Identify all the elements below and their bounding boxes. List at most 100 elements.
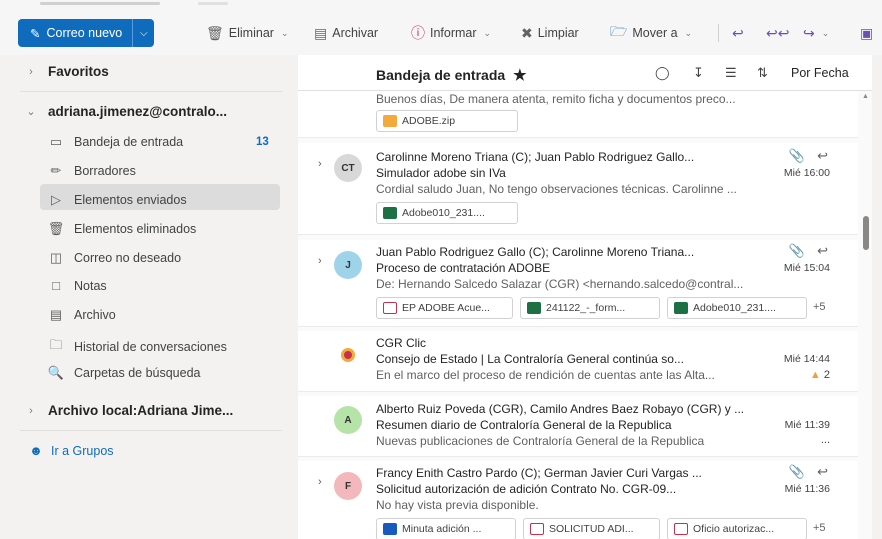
trash-icon: 🗑 bbox=[47, 221, 65, 236]
reply-all-icon: ↩↩ bbox=[766, 24, 790, 41]
select-icon[interactable]: ◯ bbox=[655, 65, 670, 81]
folder-label: Historial de conversaciones bbox=[74, 340, 227, 354]
nav-divider bbox=[20, 91, 282, 92]
list-item[interactable]: Buenos días, De manera atenta, remito fi… bbox=[298, 91, 858, 138]
folder-deleted[interactable]: 🗑 Elementos eliminados bbox=[0, 221, 296, 237]
list-item[interactable]: › CT Carolinne Moreno Triana (C); Juan P… bbox=[298, 143, 858, 235]
avatar: CT bbox=[334, 154, 362, 182]
delete-label: Eliminar bbox=[228, 26, 274, 40]
star-icon[interactable]: ★ bbox=[513, 66, 526, 84]
new-mail-dropdown[interactable]: ⌵ bbox=[132, 19, 155, 47]
folder-search-folders[interactable]: 🔍 Carpetas de búsqueda bbox=[0, 365, 296, 381]
people-icon: ☻ bbox=[29, 443, 43, 458]
folder-conversation-history[interactable]: 🗀 Historial de conversaciones bbox=[0, 336, 296, 358]
folder-inbox[interactable]: ▭ Bandeja de entrada 13 bbox=[0, 134, 296, 150]
folder-archive[interactable]: ▤ Archivo bbox=[0, 307, 296, 323]
message-time: Mié 16:00 bbox=[783, 167, 830, 179]
scrollbar-thumb[interactable] bbox=[863, 216, 869, 250]
message-time: Mié 11:36 bbox=[784, 483, 830, 495]
message-subject: Solicitud autorización de adición Contra… bbox=[376, 482, 677, 496]
teams-button[interactable]: ▣ bbox=[860, 19, 873, 47]
scroll-up-arrow-icon[interactable]: ▲ bbox=[862, 93, 869, 100]
list-item[interactable]: › F Francy Enith Castro Pardo (C); Germa… bbox=[298, 461, 858, 539]
reply-all-button[interactable]: ↩↩ bbox=[766, 19, 789, 47]
attachment-chip[interactable]: Adobe010_231.... bbox=[376, 202, 518, 224]
attachment-chip[interactable]: EP ADOBE Acue... bbox=[376, 297, 513, 319]
local-archive-label: Archivo local:Adriana Jime... bbox=[48, 403, 234, 418]
chevron-down-icon: ⌄ bbox=[280, 27, 289, 38]
reply-icon[interactable]: ↩ bbox=[817, 464, 828, 480]
paperclip-icon: 📎 bbox=[788, 464, 806, 479]
attachment-name: Minuta adición ... bbox=[402, 523, 482, 535]
sweep-label: Limpiar bbox=[537, 26, 579, 40]
list-item[interactable]: › J Juan Pablo Rodriguez Gallo (C); Caro… bbox=[298, 240, 858, 327]
folder-label: Borradores bbox=[74, 164, 136, 178]
folder-notes[interactable]: □ Notas bbox=[0, 278, 296, 293]
message-time: Mié 11:39 bbox=[784, 419, 830, 431]
reply-button[interactable]: ↩ bbox=[732, 19, 744, 47]
attachment-chip[interactable]: SOLICITUD ADI... bbox=[523, 518, 660, 539]
scrollbar[interactable]: ▲ bbox=[861, 91, 871, 539]
avatar bbox=[334, 341, 362, 369]
folder-title-text: Bandeja de entrada bbox=[376, 67, 506, 83]
message-preview: Cordial saludo Juan, No tengo observacio… bbox=[376, 182, 737, 196]
attachment-name: EP ADOBE Acue... bbox=[402, 302, 490, 314]
excel-file-icon bbox=[527, 302, 541, 314]
move-button[interactable]: 🗁 Mover a ⌄ bbox=[610, 19, 692, 47]
folder-drafts[interactable]: ✏ Borradores bbox=[0, 163, 296, 179]
new-mail-button[interactable]: ✎ Correo nuevo bbox=[18, 19, 133, 47]
sort-icon[interactable]: ⇅ bbox=[757, 65, 768, 81]
attachment-chip[interactable]: Minuta adición ... bbox=[376, 518, 516, 539]
message-sender: Carolinne Moreno Triana (C); Juan Pablo … bbox=[376, 150, 695, 164]
chevron-right-icon[interactable]: › bbox=[318, 158, 322, 170]
message-sender: Juan Pablo Rodriguez Gallo (C); Carolinn… bbox=[376, 245, 695, 259]
favorites-label: Favoritos bbox=[48, 64, 109, 79]
search-folder-icon: 🔍 bbox=[47, 365, 65, 380]
attachment-chip[interactable]: 241122_-_form... bbox=[520, 297, 660, 319]
local-archive-header[interactable]: › Archivo local:Adriana Jime... bbox=[0, 403, 296, 418]
archive-icon: ▤ bbox=[314, 24, 328, 41]
send-icon: ▷ bbox=[51, 192, 61, 207]
chevron-down-icon: ⌄ bbox=[821, 27, 830, 38]
go-to-groups-link[interactable]: ☻ Ir a Grupos bbox=[0, 443, 296, 458]
sort-label[interactable]: Por Fecha bbox=[791, 66, 849, 80]
folder-sent[interactable]: ▷ Elementos enviados bbox=[0, 192, 296, 208]
unread-count-badge: 13 bbox=[256, 136, 269, 148]
folder-move-icon: 🗁 bbox=[610, 23, 628, 39]
list-item[interactable]: CGR Clic Consejo de Estado | La Contralo… bbox=[298, 331, 858, 392]
message-subject: Consejo de Estado | La Contraloría Gener… bbox=[376, 352, 684, 366]
message-list: Bandeja de entrada ★ ◯ ↧ ☰ ⇅ Por Fecha B… bbox=[298, 55, 872, 539]
attachment-chip[interactable]: ADOBE.zip bbox=[376, 110, 518, 132]
delete-button[interactable]: 🗑 Eliminar ⌄ bbox=[206, 19, 288, 47]
sweep-button[interactable]: ✖ Limpiar bbox=[521, 19, 579, 47]
chevron-down-icon: ⌵ bbox=[139, 27, 148, 39]
chevron-right-icon[interactable]: › bbox=[318, 476, 322, 488]
account-header[interactable]: ⌄ adriana.jimenez@contralo... bbox=[0, 104, 296, 119]
list-item[interactable]: A Alberto Ruiz Poveda (CGR), Camilo Andr… bbox=[298, 396, 858, 457]
more-attachments-count[interactable]: +5 bbox=[813, 522, 826, 534]
attachment-chip[interactable]: Oficio autorizac... bbox=[667, 518, 807, 539]
chevron-right-icon[interactable]: › bbox=[318, 255, 322, 267]
attachment-chip[interactable]: Adobe010_231.... bbox=[667, 297, 807, 319]
message-list-header: Bandeja de entrada ★ ◯ ↧ ☰ ⇅ Por Fecha bbox=[298, 55, 872, 91]
folder-label: Carpetas de búsqueda bbox=[74, 366, 201, 380]
likes-count: 2 bbox=[823, 369, 830, 381]
archive-button[interactable]: ▤ Archivar bbox=[314, 19, 378, 47]
favorites-header[interactable]: › Favoritos bbox=[0, 64, 296, 79]
jump-icon[interactable]: ↧ bbox=[693, 65, 704, 81]
message-sender: Francy Enith Castro Pardo (C); German Ja… bbox=[376, 466, 702, 480]
avatar: F bbox=[334, 472, 362, 500]
more-attachments-count[interactable]: +5 bbox=[813, 301, 826, 313]
reply-icon[interactable]: ↩ bbox=[817, 148, 828, 164]
paperclip-icon: 📎 bbox=[788, 243, 806, 258]
forward-button[interactable]: ↪ ⌄ bbox=[803, 19, 829, 47]
compose-icon: ✎ bbox=[30, 26, 41, 41]
folder-junk[interactable]: ◫ Correo no deseado bbox=[0, 250, 296, 266]
broom-icon: ✖ bbox=[521, 24, 533, 41]
message-sender: CGR Clic bbox=[376, 336, 426, 350]
right-edge bbox=[872, 55, 882, 539]
reply-icon: ↩ bbox=[732, 24, 744, 41]
filter-icon[interactable]: ☰ bbox=[725, 65, 737, 81]
reply-icon[interactable]: ↩ bbox=[817, 243, 828, 259]
report-button[interactable]: ⓘ Informar ⌄ bbox=[411, 19, 491, 47]
